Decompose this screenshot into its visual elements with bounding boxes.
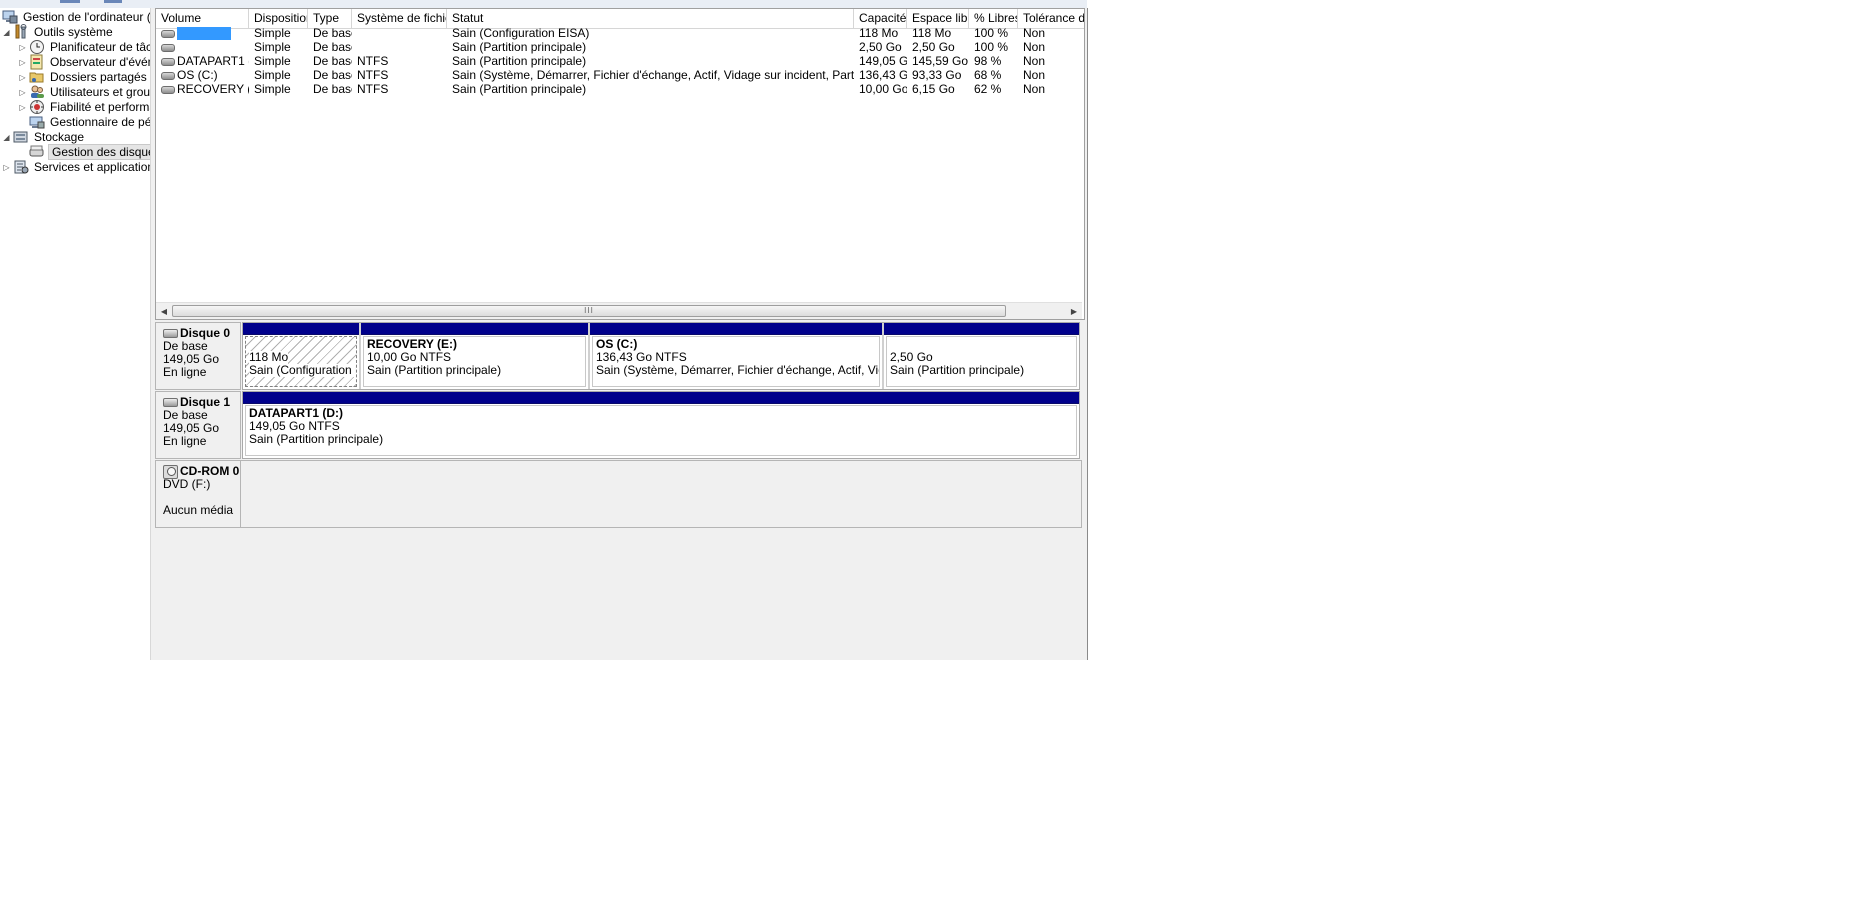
percent-free-cell: 62 % xyxy=(974,82,1002,96)
partition-header-bar xyxy=(884,323,1079,335)
partition-header-bar xyxy=(361,323,588,335)
storage-icon xyxy=(13,129,29,145)
scroll-right-arrow-icon[interactable]: ▶ xyxy=(1066,303,1082,319)
horizontal-scrollbar[interactable]: ◀ III ▶ xyxy=(156,302,1082,319)
tree-item-label: Planificateur de tâches xyxy=(50,40,150,54)
cdrom-0-label[interactable]: CD-ROM 0 DVD (F:) Aucun média xyxy=(155,460,241,528)
disk-1-label[interactable]: Disque 1 De base 149,05 Go En ligne xyxy=(155,391,241,459)
tree-item-label: Gestionnaire de périphé xyxy=(50,115,150,129)
disk-0-label[interactable]: Disque 0 De base 149,05 Go En ligne xyxy=(155,322,241,390)
disposition-cell: Simple xyxy=(254,82,291,96)
partition-body: DATAPART1 (D:) 149,05 Go NTFS Sain (Part… xyxy=(245,405,1077,456)
cdrom-0-area xyxy=(241,460,1082,528)
partition-header-bar xyxy=(243,323,359,335)
expand-arrow-icon[interactable]: ▷ xyxy=(18,88,27,97)
partition-header-bar xyxy=(590,323,882,335)
volume-name: DATAPART1 (D:) xyxy=(177,54,249,68)
partition-hidden-2-50[interactable]: 2,50 Go Sain (Partition principale) xyxy=(884,323,1079,389)
tree-item-label: Services et applications xyxy=(34,160,150,174)
scrollbar-thumb[interactable]: III xyxy=(172,305,1006,317)
partition-status: Sain (Configuration EISA) xyxy=(249,364,356,377)
partition-body: OS (C:) 136,43 Go NTFS Sain (Système, Dé… xyxy=(592,336,880,387)
volume-name-cell: RECOVERY (E:) xyxy=(156,81,249,98)
hard-disk-icon xyxy=(163,329,178,338)
volume-row[interactable]: RECOVERY (E:) Simple De base NTFS Sain (… xyxy=(156,81,1084,98)
disk-state: En ligne xyxy=(163,434,207,448)
partition-status: Sain (Partition principale) xyxy=(367,363,502,377)
partition-header-bar xyxy=(243,392,1079,404)
tree-root-label: Gestion de l'ordinateur (local) xyxy=(23,10,150,24)
expand-arrow-icon[interactable]: ▷ xyxy=(18,73,27,82)
expand-arrow-icon[interactable]: ▷ xyxy=(18,43,27,52)
volume-name: OS (C:) xyxy=(177,68,218,82)
services-icon xyxy=(13,159,29,175)
toolbar-fragment xyxy=(60,0,80,3)
partition-os[interactable]: OS (C:) 136,43 Go NTFS Sain (Système, Dé… xyxy=(590,323,884,389)
volume-icon xyxy=(161,29,175,38)
volume-icon xyxy=(161,71,175,80)
partition-body: 2,50 Go Sain (Partition principale) xyxy=(886,336,1077,387)
collapse-arrow-icon[interactable]: ◢ xyxy=(2,28,11,37)
tree-item-label: Observateur d'événeme xyxy=(50,55,150,69)
disk-management-pane: Volume Disposition Type Système de fichi… xyxy=(155,8,1088,660)
cdrom-drive: DVD (F:) xyxy=(163,477,211,491)
navigation-tree: Gestion de l'ordinateur (local) ◢ Outils… xyxy=(0,8,150,660)
partition-recovery[interactable]: RECOVERY (E:) 10,00 Go NTFS Sain (Partit… xyxy=(361,323,590,389)
partition-body: RECOVERY (E:) 10,00 Go NTFS Sain (Partit… xyxy=(363,336,586,387)
type-cell: De base xyxy=(313,82,352,96)
expand-arrow-icon[interactable]: ▷ xyxy=(18,58,27,67)
volume-name: RECOVERY (E:) xyxy=(177,82,249,96)
volume-icon xyxy=(161,43,175,52)
disk-0-partitions: 118 Mo Sain (Configuration EISA) RECOVER… xyxy=(242,322,1080,390)
cdrom-icon xyxy=(163,464,178,479)
partition-status: Sain (Partition principale) xyxy=(890,363,1025,377)
status-cell: Sain (Partition principale) xyxy=(452,82,587,96)
partition-datapart1[interactable]: DATAPART1 (D:) 149,05 Go NTFS Sain (Part… xyxy=(243,392,1079,458)
tree-item-label: Stockage xyxy=(34,130,85,144)
disk-graphical-view: Disque 0 De base 149,05 Go En ligne 118 … xyxy=(155,322,1083,660)
cdrom-state: Aucun média xyxy=(163,503,234,517)
partition-eisa[interactable]: 118 Mo Sain (Configuration EISA) xyxy=(243,323,361,389)
tree-item-label: Outils système xyxy=(34,25,113,39)
hard-disk-icon xyxy=(163,398,178,407)
partition-status: Sain (Partition principale) xyxy=(249,432,384,446)
disk-state: En ligne xyxy=(163,365,207,379)
toolbar-fragment xyxy=(104,0,122,3)
tree-item-label: Utilisateurs et groupes l xyxy=(50,85,150,99)
tree-item-services-applications[interactable]: ▷ Services et applications xyxy=(2,158,150,176)
volume-list[interactable]: Volume Disposition Type Système de fichi… xyxy=(155,8,1085,320)
fault-tolerance-cell: Non xyxy=(1023,82,1046,96)
filesystem-cell: NTFS xyxy=(357,82,389,96)
volume-icon xyxy=(161,85,175,94)
expand-arrow-icon[interactable]: ▷ xyxy=(18,103,27,112)
tree-item-label: Dossiers partagés xyxy=(50,70,147,84)
partition-status: Sain (Système, Démarrer, Fichier d'échan… xyxy=(596,363,879,377)
scroll-left-arrow-icon[interactable]: ◀ xyxy=(156,303,172,319)
capacity-cell: 10,00 Go xyxy=(859,82,907,96)
partition-name: DATAPART1 (D:) xyxy=(249,406,343,420)
partition-body: 118 Mo Sain (Configuration EISA) xyxy=(245,336,357,387)
tree-item-label: Fiabilité et performance xyxy=(50,100,150,114)
volume-icon xyxy=(161,57,175,66)
disk-1-partitions: DATAPART1 (D:) 149,05 Go NTFS Sain (Part… xyxy=(242,391,1080,459)
free-space-cell: 6,15 Go xyxy=(912,82,955,96)
collapse-arrow-icon[interactable]: ◢ xyxy=(2,133,11,142)
expand-arrow-icon[interactable]: ▷ xyxy=(2,163,11,172)
